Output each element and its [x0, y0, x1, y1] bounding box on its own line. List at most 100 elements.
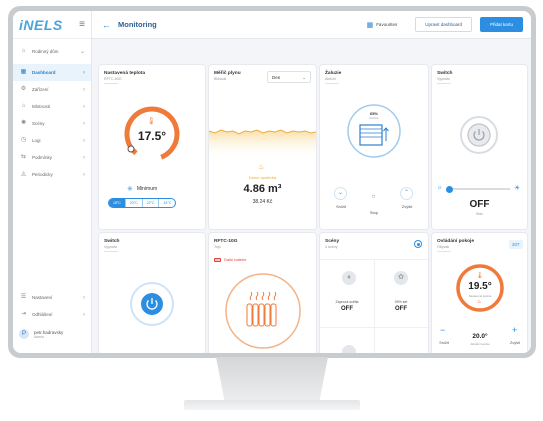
power-button[interactable]: [129, 281, 175, 327]
monitor-stand-base: [184, 400, 360, 410]
sidebar-item-label: Dashboard: [32, 70, 56, 75]
card-title: Switch: [437, 71, 453, 76]
user-name: petr.hadravsky: [34, 329, 64, 335]
divider: [437, 83, 451, 84]
sidebar-item-periodicky[interactable]: ◬ Periodicky ›: [13, 166, 91, 183]
card-subtitle: Bhlouat: [214, 77, 227, 81]
chevron-right-icon: ›: [83, 294, 85, 301]
preset-option[interactable]: 20°C: [126, 199, 143, 207]
divider: [104, 83, 118, 84]
house-label: Rodinný dům: [32, 49, 59, 54]
sidebar-item-label: Místnosti: [32, 104, 51, 109]
sidebar-item-za-zen-[interactable]: ⚙ Zařízení ›: [13, 81, 91, 98]
card-title: Scény: [325, 239, 340, 244]
switch-card-1[interactable]: Switch Vypnuto ☼ ☀ OFF Stav: [432, 65, 527, 229]
menu-icon[interactable]: ≡: [79, 19, 85, 30]
sidebar-item-podm-nky[interactable]: ⇆ Podmínky ›: [13, 149, 91, 166]
card-title: Žaluzie: [325, 71, 342, 76]
sidebar-item-label: Periodicky: [32, 172, 53, 177]
sidebar-item-nastaven-[interactable]: ☰ Nastavení ›: [13, 289, 91, 306]
power-button[interactable]: [459, 115, 499, 155]
sidebar-item-odhl-en-[interactable]: ⇥ Odhlášení ›: [13, 306, 91, 323]
battery-alert: Další baterie: [214, 257, 246, 262]
chevron-right-icon: ›: [83, 137, 85, 144]
sidebar-item-m-stnosti[interactable]: ⌂ Místnosti ›: [13, 98, 91, 115]
preset-option[interactable]: 24°C: [159, 199, 175, 207]
blinds-down-button[interactable]: ⌄: [334, 187, 347, 200]
sidebar-item-dashboard[interactable]: ▦ Dashboard ›: [13, 64, 91, 81]
logout-icon: ⇥: [20, 311, 27, 317]
stop-label: Stop: [369, 210, 379, 215]
devices-icon: ⚙: [20, 86, 27, 92]
sidebar-item-label: Zařízení: [32, 87, 49, 92]
thermostat-card[interactable]: Nastavená teplota RFTC-50G 🌡 17.5° ✳ Min…: [99, 65, 205, 229]
period-select[interactable]: Den ⌄: [267, 71, 311, 83]
sidebar: iNELS ≡ ⌂ Rodinný dům ⌄ ▦ Dashboard › ⚙ Zaří…: [13, 11, 92, 353]
preset-option[interactable]: 22°C: [143, 199, 160, 207]
thermometer-icon: 🌡: [147, 118, 156, 125]
edit-dashboard-button[interactable]: Upravit dashboard: [415, 17, 472, 32]
switch-state: OFF: [469, 199, 490, 210]
app-screen: iNELS ≡ ⌂ Rodinný dům ⌄ ▦ Dashboard › ⚙ Zaří…: [13, 11, 531, 353]
chevron-right-icon: ›: [83, 103, 85, 110]
card-subtitle: RFTC-50G: [104, 77, 122, 81]
blinds-stop-button[interactable]: □: [367, 191, 380, 204]
room-down-label: Snížit: [439, 341, 449, 345]
condition-icon: ⇆: [20, 154, 27, 160]
sidebar-item-sc-ny[interactable]: ✺ Scény ›: [13, 115, 91, 132]
divider: [325, 83, 339, 84]
preset-option[interactable]: 18°C: [109, 199, 126, 207]
gas-meter-card[interactable]: Měřič plynu Bhlouat Den ⌄ ♨ Denní spotře…: [209, 65, 316, 229]
chevron-right-icon: ›: [83, 311, 85, 318]
card-title: Ovládání pokoje: [437, 239, 475, 244]
chevron-right-icon: ›: [83, 69, 85, 76]
card-subtitle: Vypnuto: [437, 77, 451, 81]
house-selector[interactable]: ⌂ Rodinný dům ⌄: [13, 43, 91, 60]
switch-state-label: Stav: [475, 212, 483, 216]
room-icon: ⌂: [21, 103, 26, 109]
back-arrow-icon[interactable]: ←: [102, 20, 111, 30]
chevron-right-icon: ›: [83, 171, 85, 178]
log-icon: ◷: [20, 137, 27, 143]
sidebar-bottom-menu: ☰ Nastavení › ⇥ Odhlášení ›: [13, 285, 91, 323]
target-icon[interactable]: [414, 240, 422, 248]
blinds-card[interactable]: Žaluzie Aktivní 65% Pozice ⌄ □ ⌃ Snížit …: [320, 65, 428, 229]
dimmer-slider[interactable]: [446, 185, 510, 193]
sidebar-item-label: Logi: [32, 138, 41, 143]
card-subtitle: Vypnuto: [104, 245, 118, 249]
minus-button[interactable]: −: [440, 325, 445, 335]
switch-card-2[interactable]: Switch Vypnuto: [99, 233, 205, 353]
scene-icon[interactable]: ✿: [394, 271, 408, 285]
house-icon: ⌂: [21, 48, 26, 54]
preset-selector: 18°C 20°C 22°C 24°C: [108, 198, 177, 208]
rftc-card[interactable]: RFTC-10G Topí Další baterie: [209, 233, 316, 353]
settings-icon: ☰: [20, 294, 27, 300]
card-subtitle: 4 scény: [325, 245, 338, 249]
page-title: Monitoring: [118, 20, 157, 29]
chevron-down-icon: ⌄: [302, 75, 306, 80]
logo-row: iNELS ≡: [13, 11, 91, 39]
chevron-down-icon: ⌄: [79, 49, 85, 55]
bulb-icon[interactable]: ♦: [342, 271, 356, 285]
slider-handle[interactable]: [446, 185, 453, 193]
scenes-card[interactable]: Scény 4 scény ♦ ✿ Zapnout světla OFF 39%…: [320, 233, 428, 353]
scene-icon[interactable]: [342, 345, 356, 353]
set-temperature-value: 17.5°: [137, 129, 167, 143]
periodic-icon: ◬: [21, 171, 26, 177]
snowflake-icon: ✳: [127, 186, 133, 193]
blinds-state: Pozice: [369, 116, 379, 120]
add-card-button[interactable]: Přidat kartu: [479, 17, 523, 32]
scene-2-label: 39% set: [394, 300, 408, 304]
flame-icon: ♨: [477, 299, 482, 305]
sidebar-item-logi[interactable]: ◷ Logi ›: [13, 132, 91, 149]
favourites-toggle[interactable]: ▦ Favourites: [367, 21, 398, 29]
thermometer-icon: 🌡: [476, 273, 484, 279]
card-title: RFTC-10G: [214, 239, 238, 244]
user-profile[interactable]: P petr.hadravsky Admin: [19, 329, 63, 339]
consumption-value: 4.86 m³: [243, 183, 282, 195]
room-control-card[interactable]: Ovládání pokoje Obývák 207 🌡 19.5° Nasta…: [432, 233, 527, 353]
battery-icon: [214, 257, 221, 262]
plus-button[interactable]: +: [512, 325, 517, 335]
blinds-up-button[interactable]: ⌃: [400, 187, 413, 200]
scene-1-state: OFF: [341, 306, 353, 312]
